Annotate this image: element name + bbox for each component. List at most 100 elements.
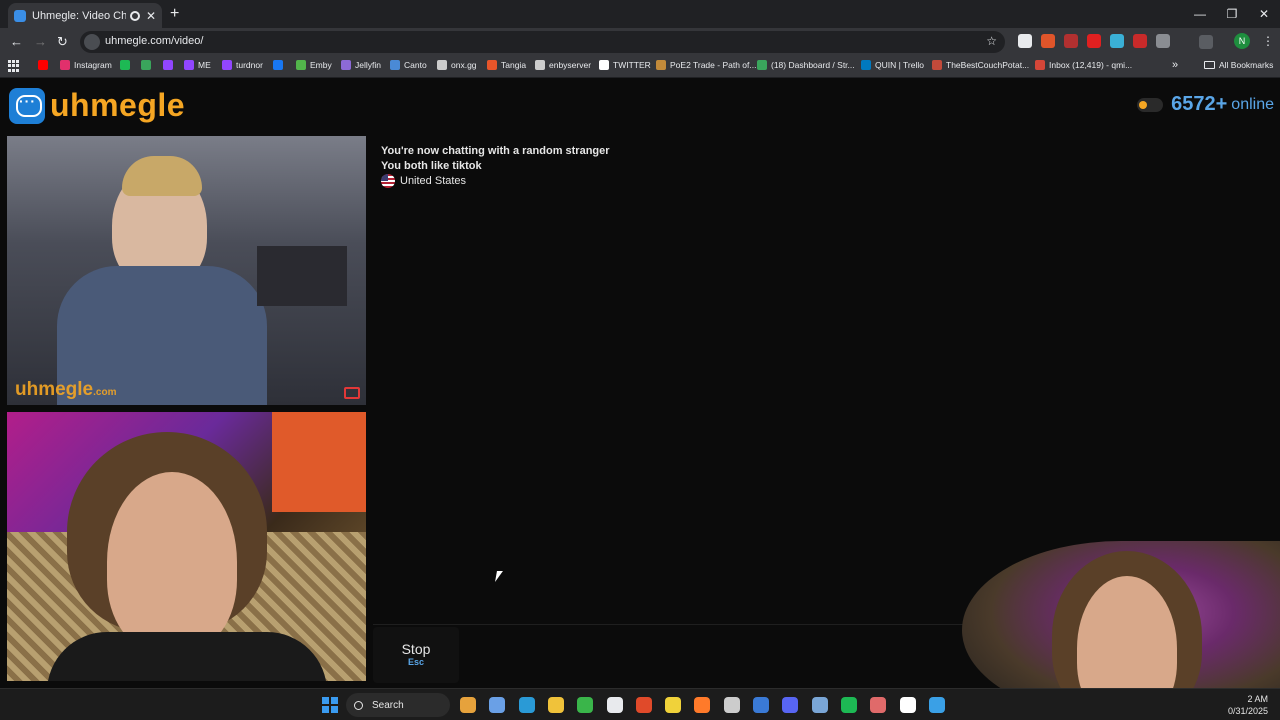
reload-icon[interactable]: ↻ [57,34,68,50]
bookmark-item[interactable] [38,60,52,70]
forward-arrow-icon[interactable]: → [34,34,47,49]
uhmegle-favicon-icon [14,9,26,22]
online-label: online [1231,95,1274,113]
youtube-icon [38,60,48,70]
edge-icon[interactable] [519,697,535,713]
taskbar-search[interactable]: Search [346,693,450,717]
copilot-icon[interactable] [489,697,505,713]
tab-title: Uhmegle: Video Chat | Rando [32,9,126,22]
back-arrow-icon[interactable]: ← [10,34,23,49]
bookmark-item[interactable]: Instagram [60,60,112,70]
uhmegle-logo[interactable]: uhmegle [9,87,185,124]
profile-avatar[interactable]: N [1234,33,1250,49]
bookmark-label: onx.gg [451,60,477,70]
clock-date: 0/31/2025 [1227,706,1268,716]
extension-red-icon[interactable] [1064,34,1078,48]
bookmark-item[interactable]: TWITTER [599,60,651,70]
extension-k-icon[interactable] [1018,34,1032,48]
globe-icon [535,60,545,70]
play-icon[interactable] [577,697,593,713]
stop-button[interactable]: Stop Esc [373,627,459,683]
bookmark-item[interactable] [120,60,134,70]
bookmark-item[interactable]: turdnor [222,60,263,70]
apps-grid-icon[interactable] [8,60,20,72]
extension-fox-icon[interactable] [1041,34,1055,48]
minimize-button[interactable]: — [1184,0,1216,28]
notepad-icon[interactable] [929,697,945,713]
bookmark-item[interactable] [273,60,287,70]
bookmarks-overflow-icon[interactable]: » [1172,59,1178,71]
bookmark-item[interactable] [141,60,155,70]
browser-toolbar: ← → ↻ uhmegle.com/video/ ☆ N ⋮ [0,28,1280,56]
discord-icon[interactable] [782,697,798,713]
chrome-icon[interactable] [607,697,623,713]
capcut-icon[interactable] [900,697,916,713]
bookmark-item[interactable]: Inbox (12,419) - qmi... [1035,60,1132,70]
trello-icon [861,60,871,70]
onx-icon [437,60,447,70]
app-red-icon[interactable] [636,697,652,713]
bookmark-star-icon[interactable]: ☆ [986,34,997,48]
gmail-icon [1035,60,1045,70]
weather-icon[interactable] [460,697,476,713]
stranger-hair [122,156,202,196]
bookmark-item[interactable]: Canto [390,60,427,70]
tangia-icon [487,60,497,70]
background-clothes-rack [257,246,347,306]
chat-status-interests: You both like tiktok [381,159,482,172]
bookmark-item[interactable] [163,60,177,70]
emby-icon [296,60,306,70]
chat-country: United States [381,174,1263,188]
app-icon[interactable] [870,697,886,713]
spotify-icon [120,60,130,70]
twitch-icon [163,60,173,70]
address-bar[interactable]: uhmegle.com/video/ ☆ [80,31,1005,53]
bookmark-item[interactable]: (18) Dashboard / Str... [757,60,855,70]
side-panel-icon[interactable] [1199,35,1213,49]
all-bookmarks-button[interactable]: All Bookmarks [1204,60,1273,70]
bookmark-label: Jellyfin [355,60,381,70]
bookmark-label: turdnor [236,60,263,70]
windows-start-icon[interactable] [322,697,338,713]
bookmark-item[interactable]: Jellyfin [341,60,381,70]
bookmark-item[interactable]: PoE2 Trade - Path of... [656,60,756,70]
self-face [107,472,237,652]
bookmark-label: Tangia [501,60,527,70]
url-text[interactable]: uhmegle.com/video/ [105,35,203,47]
site-info-icon[interactable] [84,34,100,50]
firefox-icon[interactable] [694,697,710,713]
theme-toggle[interactable] [1137,97,1164,112]
taskbar-clock[interactable]: 2 AM 0/31/2025 [1228,693,1268,717]
steam-icon[interactable] [812,697,828,713]
report-flag-icon[interactable] [344,387,360,399]
thunderbird-icon[interactable] [753,697,769,713]
tab-uhmegle[interactable]: Uhmegle: Video Chat | Rando ✕ [8,3,162,28]
green-app-icon [141,60,151,70]
tab-close-icon[interactable]: ✕ [146,9,156,23]
message-input[interactable] [465,627,965,683]
x-icon [599,60,609,70]
sticky-notes-icon[interactable] [665,697,681,713]
maximize-button[interactable]: ❐ [1216,0,1248,28]
bookmark-item[interactable]: onx.gg [437,60,477,70]
folder-icon[interactable] [548,697,564,713]
spotify-icon[interactable] [841,697,857,713]
extensions-puzzle-icon[interactable] [1156,34,1170,48]
browser-menu-icon[interactable]: ⋮ [1262,34,1274,48]
bookmark-item[interactable]: Emby [296,60,332,70]
bookmark-item[interactable]: enbyserver [535,60,591,70]
clock-time: 2 AM [1247,694,1268,704]
bookmark-item[interactable]: Tangia [487,60,526,70]
couch-icon [932,60,942,70]
bookmark-item[interactable]: ME [184,60,211,70]
bookmark-item[interactable]: TheBestCouchPotat... [932,60,1029,70]
bookmark-label: QUIN | Trello [875,60,924,70]
extension-youtube-icon[interactable] [1087,34,1101,48]
extension-translate-icon[interactable] [1110,34,1124,48]
bookmark-item[interactable]: QUIN | Trello [861,60,924,70]
extension-twitch-icon[interactable] [1133,34,1147,48]
obs-icon[interactable] [724,697,740,713]
close-window-button[interactable]: ✕ [1248,0,1280,28]
new-tab-button[interactable]: + [170,5,179,23]
canto-icon [390,60,400,70]
